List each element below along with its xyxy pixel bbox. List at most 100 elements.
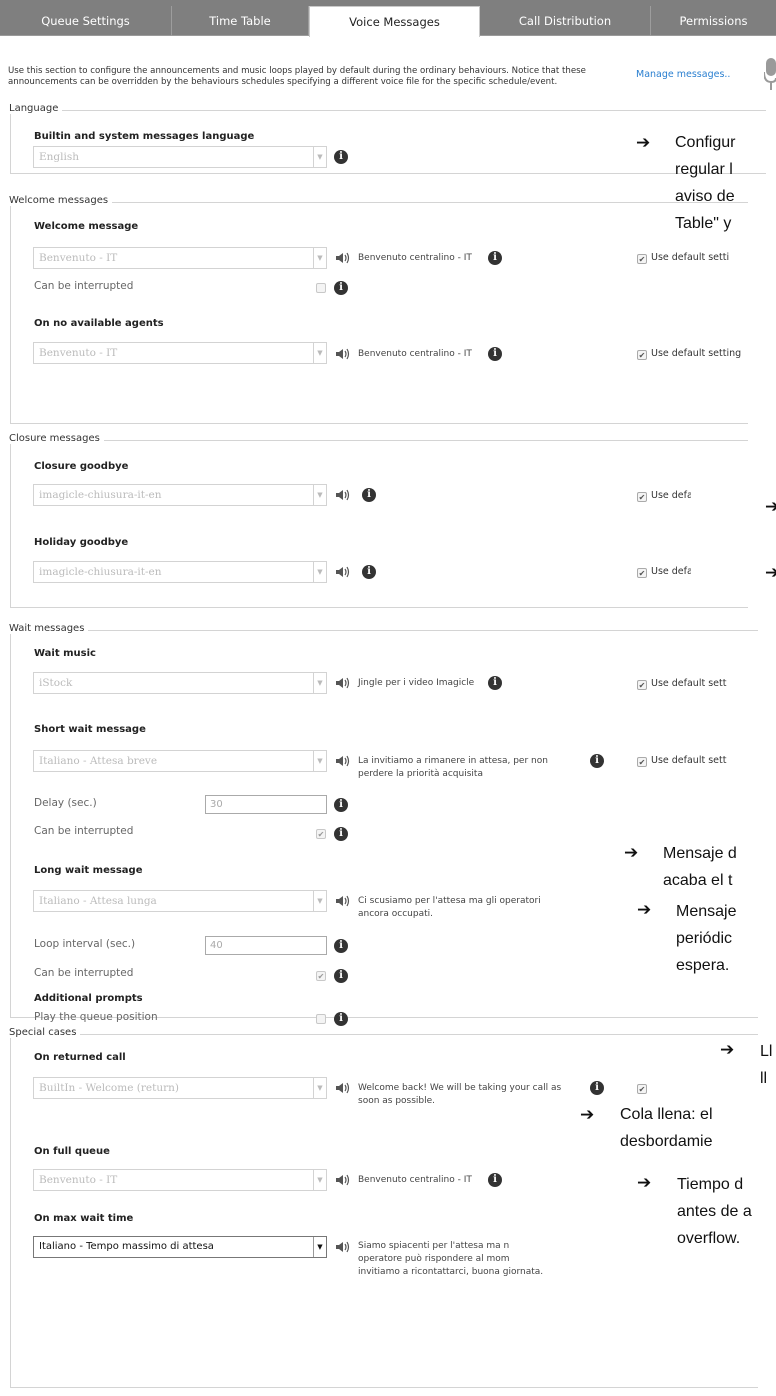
annotation-6-line1: Tiempo d bbox=[677, 1176, 744, 1193]
annotation-arrow: ➔ bbox=[720, 1040, 735, 1060]
closure-legend: Closure messages bbox=[9, 433, 104, 444]
speaker-icon[interactable] bbox=[336, 489, 350, 501]
closure-goodbye-label: Closure goodbye bbox=[34, 461, 129, 472]
speaker-icon[interactable] bbox=[336, 566, 350, 578]
additional-prompts-label: Additional prompts bbox=[34, 993, 143, 1004]
returned-call-file-line1: Welcome back! We will be taking your cal… bbox=[358, 1083, 562, 1093]
wait-music-default-label: Use default sett bbox=[651, 678, 727, 689]
annotation-arrow: ➔ bbox=[637, 1173, 652, 1193]
delay-input[interactable]: 30 bbox=[205, 795, 327, 814]
info-icon[interactable]: i bbox=[334, 281, 348, 295]
wait-music-select[interactable]: iStock ▼ bbox=[33, 672, 327, 694]
chevron-down-icon: ▼ bbox=[313, 891, 326, 911]
speaker-icon[interactable] bbox=[336, 755, 350, 767]
welcome-interrupt-checkbox[interactable] bbox=[316, 283, 326, 293]
short-wait-select[interactable]: Italiano - Attesa breve ▼ bbox=[33, 750, 327, 772]
no-agents-default-checkbox[interactable]: ✔ bbox=[637, 350, 647, 360]
manage-messages-link[interactable]: Manage messages.. bbox=[636, 69, 730, 80]
annotation-3-line1: Mensaje bbox=[676, 903, 737, 920]
loop-interval-input[interactable]: 40 bbox=[205, 936, 327, 955]
annotation-1-line2: regular l bbox=[675, 161, 733, 178]
max-wait-select[interactable]: Italiano - Tempo massimo di attesa ▼ bbox=[33, 1236, 327, 1258]
info-icon[interactable]: i bbox=[334, 827, 348, 841]
long-wait-select[interactable]: Italiano - Attesa lunga ▼ bbox=[33, 890, 327, 912]
no-agents-select[interactable]: Benvenuto - IT ▼ bbox=[33, 342, 327, 364]
wait-music-value: iStock bbox=[39, 677, 73, 689]
welcome-message-label: Welcome message bbox=[34, 221, 139, 232]
wait-music-default-checkbox[interactable]: ✔ bbox=[637, 680, 647, 690]
speaker-icon[interactable] bbox=[336, 895, 350, 907]
info-icon[interactable]: i bbox=[362, 488, 376, 502]
tab-permissions[interactable]: Permissions bbox=[651, 6, 776, 36]
wait-legend: Wait messages bbox=[9, 623, 89, 634]
holiday-default-label: Use defa bbox=[651, 566, 691, 577]
language-select[interactable]: English ▼ bbox=[33, 146, 327, 168]
welcome-message-select[interactable]: Benvenuto - IT ▼ bbox=[33, 247, 327, 269]
speaker-icon[interactable] bbox=[336, 348, 350, 360]
full-queue-file: Benvenuto centralino - IT bbox=[358, 1175, 472, 1185]
closure-goodbye-select[interactable]: imagicle-chiusura-it-en ▼ bbox=[33, 484, 327, 506]
tab-voice-messages[interactable]: Voice Messages bbox=[309, 6, 480, 37]
annotation-arrow: ➔ bbox=[580, 1105, 595, 1125]
welcome-section: Welcome messages bbox=[9, 195, 748, 424]
info-icon[interactable]: i bbox=[488, 347, 502, 361]
info-icon[interactable]: i bbox=[334, 150, 348, 164]
long-interrupt-label: Can be interrupted bbox=[34, 967, 134, 979]
full-queue-select[interactable]: Benvenuto - IT ▼ bbox=[33, 1169, 327, 1191]
short-wait-file-line2: perdere la priorità acquisita bbox=[358, 769, 483, 779]
holiday-default-checkbox[interactable]: ✔ bbox=[637, 568, 647, 578]
info-icon[interactable]: i bbox=[334, 798, 348, 812]
info-icon[interactable]: i bbox=[488, 676, 502, 690]
speaker-icon[interactable] bbox=[336, 1082, 350, 1094]
holiday-goodbye-value: imagicle-chiusura-it-en bbox=[39, 566, 162, 578]
info-icon[interactable]: i bbox=[488, 251, 502, 265]
info-icon[interactable]: i bbox=[334, 969, 348, 983]
info-icon[interactable]: i bbox=[334, 1012, 348, 1026]
tab-time-table[interactable]: Time Table bbox=[172, 6, 309, 36]
short-wait-file-line1: La invitiamo a rimanere in attesa, per n… bbox=[358, 756, 548, 766]
returned-call-select[interactable]: BuiltIn - Welcome (return) ▼ bbox=[33, 1077, 327, 1099]
speaker-icon[interactable] bbox=[336, 677, 350, 689]
annotation-4-line2: ll bbox=[760, 1070, 768, 1087]
annotation-arrow: ➔ bbox=[636, 133, 651, 153]
tab-queue-settings[interactable]: Queue Settings bbox=[0, 6, 172, 36]
annotation-5-line2: desbordamie bbox=[620, 1133, 713, 1150]
long-wait-file-line1: Ci scusiamo per l'attesa ma gli operator… bbox=[358, 896, 541, 906]
tab-call-distribution[interactable]: Call Distribution bbox=[480, 6, 651, 36]
welcome-message-file: Benvenuto centralino - IT bbox=[358, 253, 472, 263]
microphone-icon[interactable] bbox=[764, 58, 776, 90]
short-wait-default-checkbox[interactable]: ✔ bbox=[637, 757, 647, 767]
closure-default-checkbox[interactable]: ✔ bbox=[637, 492, 647, 502]
closure-default-label: Use defa bbox=[651, 490, 691, 501]
chevron-down-icon: ▼ bbox=[313, 1078, 326, 1098]
info-icon[interactable]: i bbox=[590, 1081, 604, 1095]
returned-call-default-checkbox[interactable]: ✔ bbox=[637, 1084, 647, 1094]
language-legend: Language bbox=[9, 103, 63, 114]
info-icon[interactable]: i bbox=[590, 754, 604, 768]
queue-position-label: Play the queue position bbox=[34, 1011, 158, 1023]
annotation-3-line3: espera. bbox=[676, 957, 730, 974]
info-icon[interactable]: i bbox=[362, 565, 376, 579]
welcome-default-checkbox[interactable]: ✔ bbox=[637, 254, 647, 264]
full-queue-label: On full queue bbox=[34, 1146, 110, 1157]
holiday-goodbye-select[interactable]: imagicle-chiusura-it-en ▼ bbox=[33, 561, 327, 583]
long-interrupt-checkbox[interactable]: ✔ bbox=[316, 971, 326, 981]
speaker-icon[interactable] bbox=[336, 1241, 350, 1253]
info-icon[interactable]: i bbox=[488, 1173, 502, 1187]
chevron-down-icon: ▼ bbox=[313, 485, 326, 505]
max-wait-file-line2: operatore può rispondere al mom bbox=[358, 1254, 510, 1264]
info-icon[interactable]: i bbox=[334, 939, 348, 953]
max-wait-file-line3: invitiamo a ricontattarci, buona giornat… bbox=[358, 1267, 544, 1277]
welcome-message-value: Benvenuto - IT bbox=[39, 252, 118, 264]
short-interrupt-checkbox[interactable]: ✔ bbox=[316, 829, 326, 839]
max-wait-file-line1: Siamo spiacenti per l'attesa ma n bbox=[358, 1241, 510, 1251]
welcome-interrupt-label: Can be interrupted bbox=[34, 280, 134, 292]
wait-music-file: Jingle per i video Imagicle bbox=[358, 678, 475, 688]
speaker-icon[interactable] bbox=[336, 252, 350, 264]
chevron-down-icon: ▼ bbox=[313, 562, 326, 582]
welcome-legend: Welcome messages bbox=[9, 195, 113, 206]
annotation-1-line4: Table" y bbox=[675, 215, 732, 232]
speaker-icon[interactable] bbox=[336, 1174, 350, 1186]
queue-position-checkbox[interactable] bbox=[316, 1014, 326, 1024]
annotation-6-line3: overflow. bbox=[677, 1230, 741, 1247]
